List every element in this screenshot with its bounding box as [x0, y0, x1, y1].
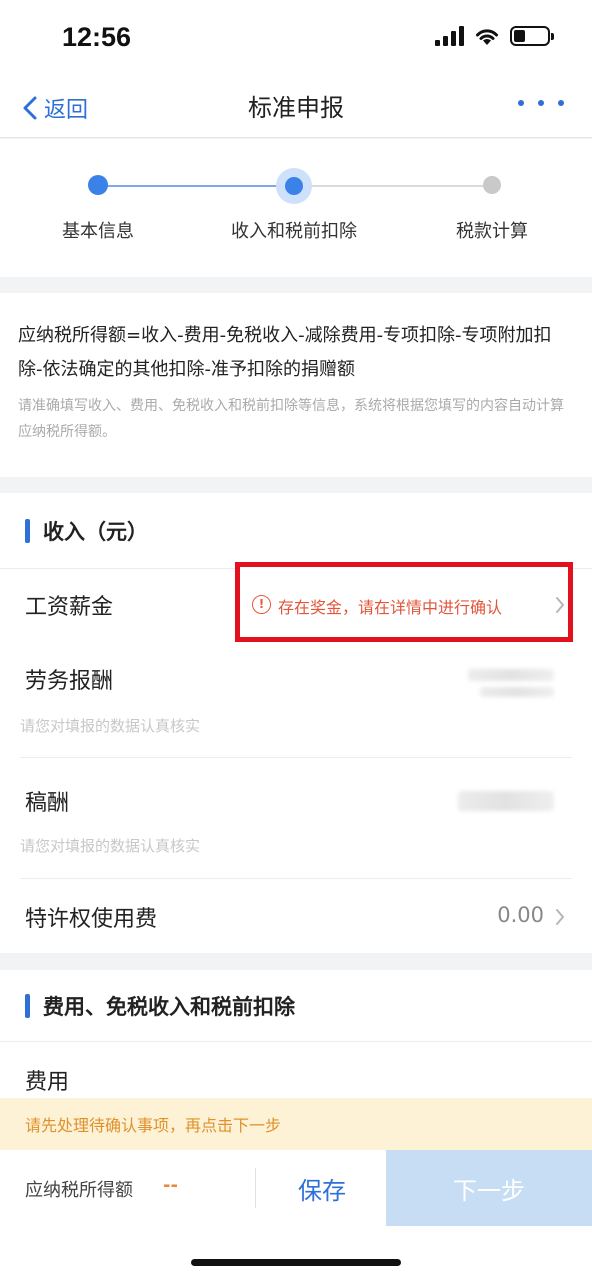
chevron-right-icon	[556, 597, 565, 613]
status-icons	[435, 26, 554, 46]
income-section-header: 收入（元）	[0, 493, 592, 569]
income-row-label: 特许权使用费	[25, 907, 158, 932]
income-row-label: 稿酬	[25, 791, 70, 816]
deduction-section-header: 费用、免税收入和税前扣除	[0, 970, 592, 1042]
deduction-section-title: 费用、免税收入和税前扣除	[43, 994, 295, 1019]
bonus-notice-highlight[interactable]: ! 存在奖金，请在详情中进行确认	[235, 562, 573, 642]
taxable-income-label: 应纳税所得额	[25, 1180, 133, 1201]
taxable-income-formula: 应纳税所得额=收入-费用-免税收入-减除费用-专项扣除-专项附加扣除-依法确定的…	[18, 325, 552, 380]
step-label-basic-info[interactable]: 基本信息	[0, 217, 198, 243]
more-options-icon[interactable]	[518, 100, 564, 106]
obscured-amount	[480, 687, 554, 697]
formula-hint: 请准确填写收入、费用、免税收入和税前扣除等信息，系统将根据您填写的内容自动计算应…	[18, 398, 564, 440]
next-step-button[interactable]: 下一步	[386, 1150, 592, 1226]
obscured-amount	[468, 669, 554, 681]
home-indicator[interactable]	[191, 1259, 401, 1266]
deduction-row-expense[interactable]: 费用	[0, 1042, 592, 1100]
obscured-amount	[458, 791, 554, 811]
page-title: 标准申报	[248, 94, 344, 122]
bonus-confirm-notice: 存在奖金，请在详情中进行确认	[278, 598, 503, 617]
taxable-income-value: --	[163, 1175, 178, 1196]
warning-text: 请先处理待确认事项，再点击下一步	[25, 1116, 282, 1135]
income-section-title: 收入（元）	[43, 519, 148, 544]
income-row-label: 工资薪金	[25, 595, 114, 620]
chevron-right-icon	[556, 909, 565, 925]
deduction-row-label: 费用	[25, 1070, 70, 1095]
navigation-bar: 返回 标准申报	[0, 80, 592, 138]
step-label-tax-calculation[interactable]: 税款计算	[392, 217, 592, 243]
row-divider	[20, 757, 572, 758]
pending-items-warning: 请先处理待确认事项，再点击下一步	[0, 1098, 592, 1150]
verification-hint: 请您对填报的数据认真核实	[20, 837, 201, 855]
step-dot-done	[88, 175, 108, 195]
step-connector-pending	[294, 185, 492, 187]
cellular-signal-icon	[435, 26, 464, 46]
verification-hint: 请您对填报的数据认真核实	[20, 717, 201, 735]
footer-bar: 应纳税所得额 -- 保存 下一步	[0, 1150, 592, 1226]
progress-stepper: 基本信息 收入和税前扣除 税款计算	[0, 139, 592, 277]
battery-icon	[510, 26, 554, 46]
step-dot-pending	[483, 176, 501, 194]
status-bar: 12:56	[0, 0, 592, 80]
deduction-section: 费用、免税收入和税前扣除 费用	[0, 970, 592, 1100]
income-row-label: 劳务报酬	[25, 669, 114, 694]
battery-level-fill	[514, 30, 526, 42]
step-connector-done	[98, 185, 294, 187]
wifi-icon	[476, 29, 498, 45]
income-row-labor[interactable]: 劳务报酬 请您对填报的数据认真核实	[0, 643, 592, 758]
footer-divider	[255, 1168, 256, 1208]
step-label-income-deduction[interactable]: 收入和税前扣除	[194, 217, 394, 243]
step-dot-current	[285, 177, 303, 195]
save-button[interactable]: 保存	[262, 1150, 382, 1226]
section-accent-bar	[25, 518, 30, 543]
formula-card: 应纳税所得额=收入-费用-免税收入-减除费用-专项扣除-专项附加扣除-依法确定的…	[0, 293, 592, 477]
home-indicator-area	[0, 1226, 592, 1280]
status-time: 12:56	[62, 22, 132, 52]
section-accent-bar	[25, 993, 30, 1018]
income-row-franchise[interactable]: 特许权使用费 0.00	[0, 879, 592, 953]
franchise-fee-value: 0.00	[497, 903, 544, 927]
income-row-royalty-writing[interactable]: 稿酬 请您对填报的数据认真核实	[0, 759, 592, 879]
alert-circle-icon: !	[252, 595, 271, 614]
